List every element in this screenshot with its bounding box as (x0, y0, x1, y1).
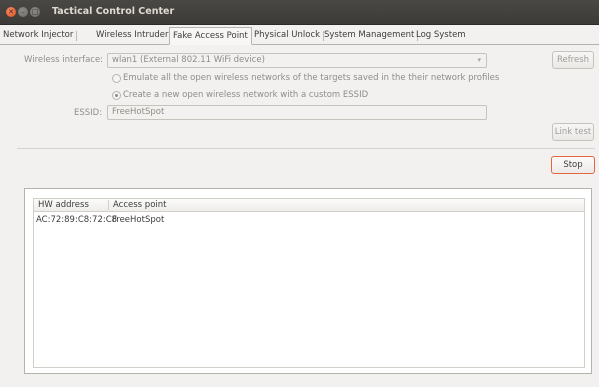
access-point-list[interactable]: AC:72:89:C8:72:C8 FreeHotSpot (33, 212, 585, 368)
minimize-icon[interactable]: – (18, 7, 28, 17)
essid-label: ESSID: (74, 108, 103, 118)
tab-network-injector[interactable]: Network Injector (0, 28, 78, 43)
stop-button[interactable]: Stop (551, 156, 595, 174)
radio-create[interactable] (112, 91, 121, 100)
radio-emulate-label: Emulate all the open wireless networks o… (123, 73, 500, 83)
tab-system-management[interactable]: System Management (321, 28, 419, 43)
radio-emulate[interactable] (112, 74, 121, 83)
wireless-interface-select[interactable]: wlan1 (External 802.11 WiFi device) ▾ (107, 53, 487, 68)
essid-field[interactable]: FreeHotSpot (107, 105, 487, 120)
tab-wireless-intruder[interactable]: Wireless Intruder (93, 28, 172, 43)
refresh-button[interactable]: Refresh (552, 51, 594, 69)
tab-physical-unlock[interactable]: Physical Unlock (251, 28, 325, 43)
tab-bar: Network Injector Wireless Intruder Fake … (0, 27, 599, 45)
radio-create-label: Create a new open wireless network with … (123, 90, 369, 100)
tab-log-system[interactable]: Log System (413, 28, 469, 43)
column-hw-address[interactable]: HW address (38, 199, 89, 211)
wireless-interface-label: Wireless interface: (24, 55, 104, 65)
link-test-button[interactable]: Link test (552, 123, 594, 141)
separator (17, 148, 595, 149)
wireless-interface-value: wlan1 (External 802.11 WiFi device) (112, 55, 265, 65)
table-row-0-hw-address[interactable]: AC:72:89:C8:72:C8 (36, 215, 117, 225)
column-access-point[interactable]: Access point (113, 199, 166, 211)
tab-fake-access-point[interactable]: Fake Access Point (169, 27, 252, 45)
chevron-down-icon: ▾ (477, 56, 481, 64)
access-point-table-frame: HW address Access point AC:72:89:C8:72:C… (24, 188, 592, 374)
close-icon[interactable]: ✕ (6, 7, 16, 17)
window-titlebar: ✕ – □ Tactical Control Center (0, 0, 599, 25)
window-title: Tactical Control Center (52, 6, 175, 17)
table-row-0-access-point[interactable]: FreeHotSpot (112, 215, 164, 225)
column-divider[interactable] (108, 200, 109, 210)
table-header: HW address Access point (33, 198, 585, 212)
maximize-icon[interactable]: □ (30, 7, 40, 17)
